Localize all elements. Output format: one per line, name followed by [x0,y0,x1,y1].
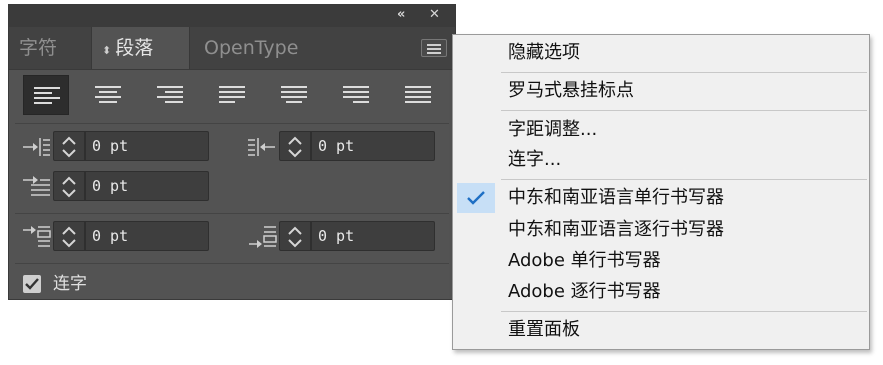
space-after-input[interactable]: 0 pt [311,221,435,251]
up-down-chevron-icon [62,226,76,248]
align-right-button[interactable] [147,75,193,115]
hyphenate-checkbox[interactable] [23,275,41,293]
panel-menu-button[interactable] [421,39,447,57]
left-indent-input[interactable]: 0 pt [85,131,209,161]
menu-item-label: Adobe 逐行书写器 [508,281,661,302]
divider [15,123,449,124]
menu-item-justification[interactable]: 字距调整... [453,116,869,144]
tab-paragraph[interactable]: ⬍ 段落 [91,27,190,69]
first-line-indent-stepper[interactable] [53,171,85,201]
menu-item-reset-panel[interactable]: 重置面板 [453,316,869,344]
space-before-stepper[interactable] [53,221,85,251]
right-indent-field: 0 pt [247,131,447,163]
space-after-field: 0 pt [247,221,447,253]
justify-all-button[interactable] [395,75,441,115]
menu-item-me-single-line-composer[interactable]: 中东和南亚语言单行书写器 [453,184,869,212]
justify-last-right-button[interactable] [333,75,379,115]
right-indent-input[interactable]: 0 pt [311,131,435,161]
align-center-icon [95,86,121,103]
tab-paragraph-label: 段落 [115,37,154,59]
menu-item-label: 连字... [508,149,562,170]
align-left-button[interactable] [23,75,69,115]
justify-last-left-button[interactable] [209,75,255,115]
first-line-indent-input[interactable]: 0 pt [85,171,209,201]
align-center-button[interactable] [85,75,131,115]
left-indent-field: 0 pt [21,131,221,163]
space-before-input[interactable]: 0 pt [85,221,209,251]
up-down-chevron-icon [288,226,302,248]
panel-titlebar[interactable]: « ✕ [9,5,455,27]
justify-last-center-icon [281,86,307,103]
updown-arrows-icon: ⬍ [102,44,112,57]
panel-flyout-menu: 隐藏选项 罗马式悬挂标点 字距调整... 连字... 中东和南亚语言单行书写器 … [452,34,870,350]
justify-last-left-icon [219,86,245,103]
space-after-stepper[interactable] [279,221,311,251]
justify-all-icon [405,86,431,103]
menu-item-hide-options[interactable]: 隐藏选项 [453,39,869,67]
checkmark-icon [25,278,39,290]
justify-last-right-icon [343,86,369,103]
menu-item-label: 字距调整... [508,119,598,140]
menu-item-adobe-single-line-composer[interactable]: Adobe 单行书写器 [453,247,869,275]
left-indent-icon [23,138,50,156]
tab-opentype[interactable]: OpenType [192,27,332,69]
align-left-icon [34,87,60,104]
menu-separator [501,110,867,111]
first-line-indent-icon [23,176,50,196]
right-indent-icon [248,138,275,156]
space-after-icon [249,226,277,248]
tab-character-label: 字符 [19,37,58,59]
menu-item-label: 中东和南亚语言单行书写器 [508,187,724,208]
hyphenate-label: 连字 [53,274,87,294]
panel-tabs: 字符 ⬍ 段落 OpenType [9,27,455,70]
menu-item-label: Adobe 单行书写器 [508,250,661,271]
paragraph-panel: « ✕ 字符 ⬍ 段落 OpenType 0 pt 0 pt 0 pt 0 pt… [8,4,456,300]
menu-item-adobe-every-line-composer[interactable]: Adobe 逐行书写器 [453,278,869,306]
divider [15,213,449,214]
menu-item-roman-hanging-punctuation[interactable]: 罗马式悬挂标点 [453,77,869,105]
left-indent-stepper[interactable] [53,131,85,161]
menu-item-hyphenation[interactable]: 连字... [453,146,869,174]
close-panel-button[interactable]: ✕ [429,7,440,23]
menu-item-label: 重置面板 [508,319,580,340]
menu-item-label: 罗马式悬挂标点 [508,80,634,101]
first-line-indent-field: 0 pt [21,171,221,203]
up-down-chevron-icon [62,176,76,198]
space-before-icon [23,226,51,247]
divider [15,263,449,264]
menu-separator [501,311,867,312]
menu-item-label: 中东和南亚语言逐行书写器 [508,219,724,240]
justify-last-center-button[interactable] [271,75,317,115]
menu-item-me-every-line-composer[interactable]: 中东和南亚语言逐行书写器 [453,216,869,244]
menu-item-label: 隐藏选项 [508,42,580,63]
collapse-panel-button[interactable]: « [397,7,405,23]
menu-separator [501,72,867,73]
tab-opentype-label: OpenType [204,37,299,59]
space-before-field: 0 pt [21,221,221,253]
up-down-chevron-icon [62,136,76,158]
menu-separator [501,179,867,180]
right-indent-stepper[interactable] [279,131,311,161]
align-right-icon [157,86,183,103]
tab-character[interactable]: 字符 [9,27,91,69]
up-down-chevron-icon [288,136,302,158]
